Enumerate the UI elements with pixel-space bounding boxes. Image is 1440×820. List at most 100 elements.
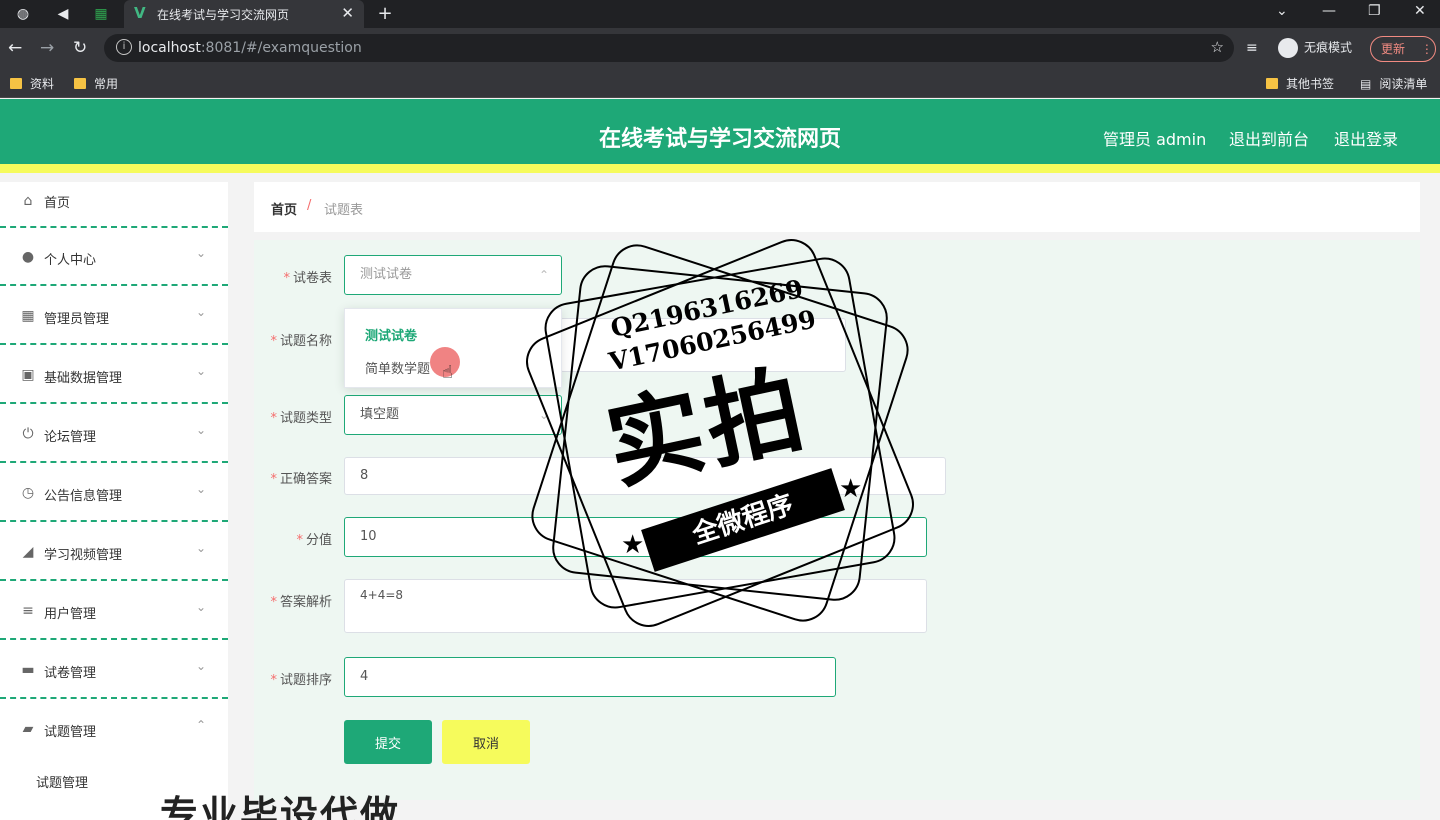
- analysis-label: * 答案解析: [270, 595, 332, 610]
- sidebar-item-label: 管理员管理: [44, 312, 110, 327]
- reload-icon[interactable]: ↻: [73, 38, 87, 58]
- chevron-down-icon: ⌄: [195, 600, 206, 614]
- score-label: * 分值: [296, 533, 332, 548]
- chevron-down-icon: ⌄: [195, 305, 206, 319]
- breadcrumb-home[interactable]: 首页: [271, 199, 297, 218]
- forward-icon[interactable]: →: [40, 38, 54, 58]
- breadcrumb: 首页 / 试题表: [254, 182, 1420, 232]
- update-button[interactable]: 更新 ⋮: [1370, 36, 1436, 62]
- sidebar-item-admins[interactable]: ▦ 管理员管理 ⌄: [0, 287, 228, 345]
- bottom-banner-text: 专业毕设代做: [160, 793, 401, 820]
- power-icon: ⏻: [22, 426, 34, 442]
- chevron-down-icon: ⌄: [195, 659, 206, 673]
- reading-list-icon[interactable]: ≡: [1246, 40, 1258, 56]
- sidebar-item-label: 基础数据管理: [44, 371, 123, 386]
- sidebar-item-users[interactable]: ≡ 用户管理 ⌄: [0, 582, 228, 640]
- bookmarks-bar: 资料 常用 其他书签 ▤ 阅读清单: [0, 68, 1440, 98]
- breadcrumb-separator: /: [307, 198, 312, 213]
- bookmark-star-icon[interactable]: ☆: [1211, 38, 1224, 56]
- analysis-value: 4+4=8: [360, 588, 404, 602]
- user-icon: ●: [21, 249, 35, 265]
- address-bar: ← → ↻ i localhost:8081/#/examquestion ☆ …: [0, 28, 1440, 68]
- logout-link[interactable]: 退出登录: [1334, 126, 1398, 150]
- sidebar-item-questions[interactable]: ▰ 试题管理 ⌃: [0, 700, 228, 758]
- clock-icon: ◷: [21, 485, 35, 501]
- chevron-down-icon: ⌄: [195, 541, 206, 555]
- question-type-label: * 试题类型: [270, 411, 332, 426]
- chevron-down-icon: ⌄: [195, 246, 206, 260]
- order-input[interactable]: 4: [344, 657, 836, 697]
- chevron-down-icon: ⌄: [195, 423, 206, 437]
- url-input[interactable]: i localhost:8081/#/examquestion ☆: [104, 34, 1234, 62]
- chat-icon: ▬: [21, 662, 35, 678]
- star-icon: ★: [839, 474, 863, 504]
- sheet-icon[interactable]: ▦: [92, 5, 110, 23]
- chevron-down-icon: ⌄: [195, 482, 206, 496]
- app-header: 在线考试与学习交流网页 管理员 admin 退出到前台 退出登录: [0, 99, 1440, 173]
- answer-value: 8: [360, 468, 369, 483]
- minimize-icon[interactable]: —: [1322, 3, 1336, 19]
- sidebar-item-label: 首页: [44, 196, 71, 211]
- order-value: 4: [360, 669, 369, 684]
- answer-label: * 正确答案: [270, 472, 332, 487]
- folder-icon: [10, 78, 22, 89]
- home-icon: ⌂: [23, 193, 33, 209]
- bookmark-label: 其他书签: [1286, 77, 1335, 91]
- grid-icon: ▦: [21, 308, 35, 324]
- exam-label: * 试卷表: [283, 271, 332, 286]
- reading-list[interactable]: ▤ 阅读清单: [1360, 75, 1427, 92]
- dropdown-option[interactable]: 测试试卷: [365, 325, 417, 344]
- incognito-icon: [1278, 38, 1298, 58]
- close-tab-icon[interactable]: ✕: [341, 4, 354, 22]
- url-path: :8081/#/examquestion: [200, 40, 362, 56]
- sidebar-item-basic-data[interactable]: ▣ 基础数据管理 ⌄: [0, 346, 228, 404]
- tab-search-icon[interactable]: ⌄: [1276, 3, 1288, 19]
- sidebar-item-home[interactable]: ⌂ 首页: [0, 170, 228, 228]
- chevron-up-icon: ⌃: [195, 718, 206, 732]
- sidebar-item-label: 用户管理: [44, 607, 97, 622]
- sidebar-item-forum[interactable]: ⏻ 论坛管理 ⌄: [0, 405, 228, 463]
- update-label: 更新: [1381, 42, 1406, 56]
- close-window-icon[interactable]: ✕: [1414, 3, 1426, 19]
- sidebar-item-label: 试题管理: [44, 725, 97, 740]
- vue-logo-icon: V: [134, 4, 146, 22]
- speaker-icon[interactable]: ◀: [54, 5, 72, 23]
- folder-icon: [74, 78, 86, 89]
- url-host: localhost: [138, 40, 201, 56]
- pointer-hand-icon: ☝: [442, 362, 453, 383]
- bookmark-label: 常用: [94, 77, 119, 91]
- sidebar-item-label: 试卷管理: [44, 666, 97, 681]
- browser-tab-bar: ◍ ◀ ▦ V 在线考试与学习交流网页 ✕ + ⌄ — ❐ ✕: [0, 0, 1440, 28]
- sidebar-item-label: 公告信息管理: [44, 489, 123, 504]
- watermark-stamp: Q2196316269 V17060256499 实拍 全微程序 ★ ★: [518, 231, 922, 635]
- bookmark-folder[interactable]: 常用: [74, 75, 118, 92]
- exam-select-value: 测试试卷: [360, 267, 413, 282]
- cancel-button[interactable]: 取消: [442, 720, 530, 764]
- restore-icon[interactable]: ❐: [1368, 3, 1381, 19]
- dropdown-option[interactable]: 简单数学题: [365, 358, 430, 377]
- new-tab-icon[interactable]: +: [376, 5, 394, 23]
- sidebar-item-notices[interactable]: ◷ 公告信息管理 ⌄: [0, 464, 228, 522]
- other-bookmarks[interactable]: 其他书签: [1266, 75, 1334, 92]
- sidebar-item-papers[interactable]: ▬ 试卷管理 ⌄: [0, 641, 228, 699]
- sidebar-item-label: 学习视频管理: [44, 548, 123, 563]
- question-type-value: 填空题: [360, 407, 400, 422]
- sidebar-subitem-question-manage[interactable]: 试题管理: [36, 772, 88, 791]
- globe-icon[interactable]: ◍: [14, 5, 32, 23]
- bookmark-folder[interactable]: 资料: [10, 75, 54, 92]
- question-name-label: * 试题名称: [270, 334, 332, 349]
- app-title: 在线考试与学习交流网页: [598, 127, 841, 152]
- back-icon[interactable]: ←: [8, 38, 22, 58]
- active-tab[interactable]: V 在线考试与学习交流网页 ✕: [124, 0, 364, 28]
- star-icon: ★: [621, 530, 645, 560]
- submit-button[interactable]: 提交: [344, 720, 432, 764]
- menu-dots-icon: ⋮: [1420, 42, 1433, 56]
- sidebar-item-personal[interactable]: ● 个人中心 ⌄: [0, 228, 228, 286]
- reading-list-icon: ▤: [1360, 77, 1372, 91]
- folder-icon: [1266, 78, 1278, 89]
- info-icon[interactable]: i: [116, 39, 132, 55]
- bookmark-label: 阅读清单: [1379, 77, 1428, 91]
- exit-to-front-link[interactable]: 退出到前台: [1229, 126, 1309, 150]
- sidebar-item-videos[interactable]: ◢ 学习视频管理 ⌄: [0, 523, 228, 581]
- incognito-indicator[interactable]: 无痕模式: [1278, 38, 1352, 58]
